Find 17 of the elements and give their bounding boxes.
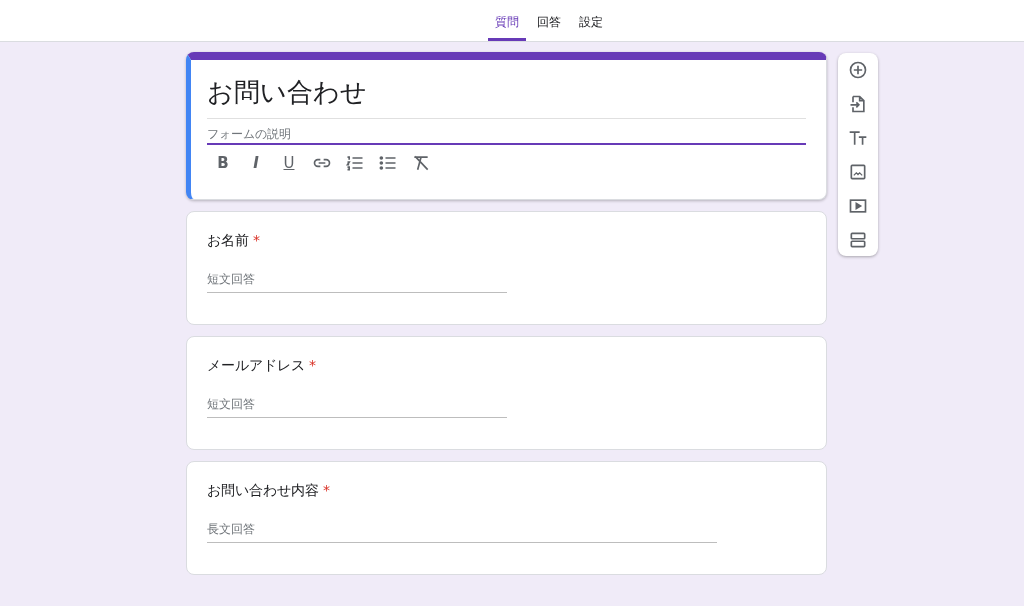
clear-format-icon[interactable] [411, 153, 431, 173]
bulleted-list-icon[interactable] [378, 153, 398, 173]
numbered-list-icon[interactable] [345, 153, 365, 173]
bold-button[interactable]: B [213, 151, 233, 175]
tab[interactable]: 回答 [530, 0, 568, 41]
question-title: お問い合わせ内容 [207, 482, 319, 500]
required-asterisk: * [253, 232, 260, 248]
question-title: お名前 [207, 232, 249, 250]
tab[interactable]: 設定 [572, 0, 610, 41]
question-title: メールアドレス [207, 357, 305, 375]
required-asterisk: * [309, 357, 316, 373]
italic-button[interactable]: I [246, 151, 266, 175]
import-icon[interactable] [848, 93, 868, 114]
tab[interactable]: 質問 [488, 0, 526, 41]
add-icon[interactable] [848, 59, 868, 80]
required-asterisk: * [323, 482, 330, 498]
underline-button[interactable]: U [279, 151, 299, 175]
